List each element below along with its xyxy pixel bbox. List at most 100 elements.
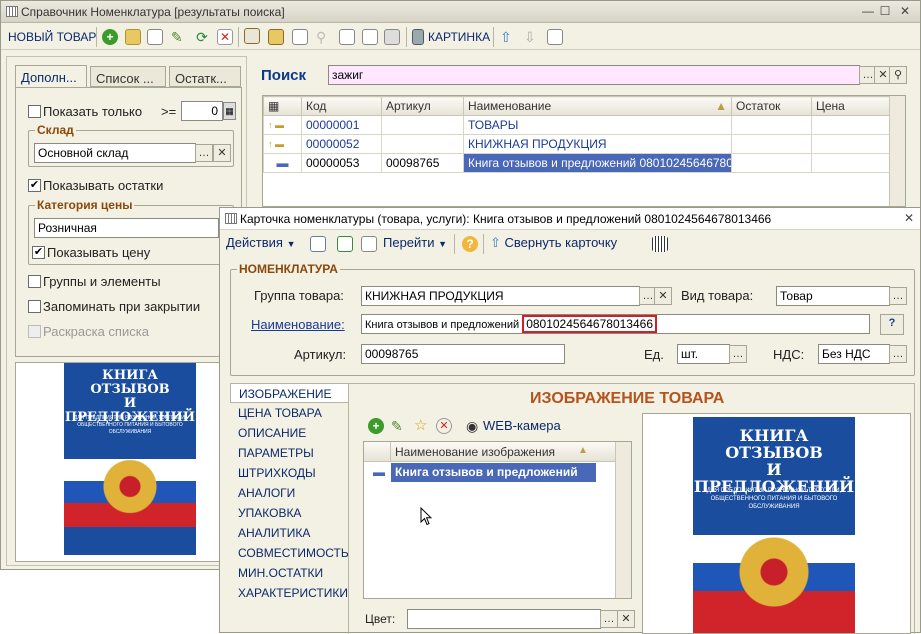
card-title: Карточка номенклатуры (товара, услуги): … [240,212,772,226]
edit-image-icon[interactable]: ✎ [391,418,407,434]
article-input[interactable]: 00098765 [361,344,565,364]
webcam-icon[interactable]: ◉ [466,418,482,434]
warehouse-input[interactable]: Основной склад [34,143,196,163]
tree-view-icon[interactable] [244,28,260,44]
add-group-icon[interactable] [125,29,141,45]
filter-list-icon[interactable] [339,29,355,45]
close-icon[interactable]: ✕ [898,4,912,18]
tab-min-balances[interactable]: МИН.ОСТАТКИ [230,563,348,583]
tab-packaging[interactable]: УПАКОВКА [230,503,348,523]
tab-analytics[interactable]: АНАЛИТИКА [230,523,348,543]
tab-characteristics[interactable]: ХАРАКТЕРИСТИКИ [230,583,348,603]
warehouse-select-button[interactable]: … [195,144,213,162]
group-input[interactable]: КНИЖНАЯ ПРОДУКЦИЯ [361,286,640,306]
collapse-card-button[interactable]: ⇧ Свернуть карточку [490,232,617,254]
arrow-up-icon: ⇧ [490,235,501,250]
table-row[interactable]: ↑ ▬ 00000052 КНИЖНАЯ ПРОДУКЦИЯ [263,134,892,154]
vat-select-button[interactable]: … [889,345,907,363]
vat-input[interactable]: Без НДС [818,344,890,364]
hierarchy-icon[interactable] [268,29,284,45]
name-input[interactable]: Книга отзывов и предложений 080102456467… [361,314,870,334]
save-icon[interactable] [310,236,326,252]
main-toolbar: НОВЫЙ ТОВАР + ✎ ⟳ ✕ ⚲ КАРТИНКА ⇧ ⇩ [1,24,920,50]
color-input[interactable] [407,609,601,629]
actions-menu[interactable]: Действия ▼ [226,232,296,254]
goto-menu[interactable]: Перейти ▼ [383,232,447,254]
refresh-icon[interactable]: ⟳ [194,29,210,45]
remember-checkbox[interactable] [28,300,41,313]
calculator-icon[interactable]: ▦ [223,102,236,120]
column-code[interactable]: Код [301,96,382,116]
show-balances-label: Показывать остатки [43,178,164,193]
kind-input[interactable]: Товар [776,286,890,306]
tab-barcodes[interactable]: ШТРИХКОДЫ [230,463,348,483]
show-price-checkbox[interactable]: ✔ [32,246,45,259]
main-title: Справочник Номенклатура [результаты поис… [21,5,285,19]
star-icon[interactable]: ☆ [414,418,430,434]
copy-icon[interactable] [147,29,163,45]
search-icon[interactable]: ⚲ [889,66,907,84]
image-col-header[interactable]: Наименование изображения [395,445,555,459]
list-settings-icon[interactable] [292,29,308,45]
tab-compatibility[interactable]: СОВМЕСТИМОСТЬ [230,543,349,563]
main-titlebar: Справочник Номенклатура [результаты поис… [1,1,920,23]
warehouse-clear-button[interactable]: ✕ [213,144,231,162]
warehouse-group: Склад Основной склад … ✕ [28,123,234,167]
table-row[interactable]: ▬ 00000053 00098765 Книга отзывов и пред… [263,153,892,173]
tab-image[interactable]: ИЗОБРАЖЕНИЕ [230,383,348,403]
help-icon[interactable]: ? [462,236,478,252]
filter-icon[interactable]: ⚲ [316,29,332,45]
delete-image-icon[interactable]: ✕ [436,418,452,434]
group-clear-button[interactable]: ✕ [654,287,672,305]
price-category-input[interactable]: Розничная [34,218,219,238]
print-icon[interactable] [384,29,400,45]
unit-input[interactable]: шт. [677,344,730,364]
column-article[interactable]: Артикул [381,96,464,116]
grid-scrollbar[interactable] [889,96,905,206]
download-icon[interactable]: ⇩ [524,29,540,45]
list-item[interactable]: ▬ Книга отзывов и предложений [364,463,596,482]
search-input[interactable]: зажиг [328,65,860,85]
tab-balances[interactable]: Остатк... [169,66,241,87]
table-row[interactable]: ↑ ▬ 00000001 ТОВАРЫ [263,115,892,135]
tab-additional[interactable]: Дополн... [15,65,87,87]
picture-button[interactable]: КАРТИНКА [428,26,490,48]
tab-price[interactable]: ЦЕНА ТОВАРА [230,403,348,423]
tab-list[interactable]: Список ... [90,66,166,87]
unit-select-button[interactable]: … [729,345,747,363]
column-stock[interactable]: Остаток [731,96,812,116]
image-list-scrollbar[interactable] [615,442,631,598]
show-only-checkbox[interactable] [28,105,41,118]
show-balances-checkbox[interactable]: ✔ [28,179,41,192]
color-clear-button[interactable]: ✕ [617,610,635,628]
card-close-icon[interactable]: ✕ [902,211,916,225]
name-label[interactable]: Наименование: [251,317,345,332]
minimize-icon[interactable]: — [861,4,875,18]
maximize-icon[interactable]: ☐ [878,4,892,18]
show-only-input[interactable]: 0 [181,101,223,121]
item-icon: ▬ [263,153,302,173]
help-button[interactable]: ? [880,314,904,335]
kind-select-button[interactable]: … [889,287,907,305]
new-item-button[interactable]: НОВЫЙ ТОВАР [8,26,96,48]
barcode-icon[interactable] [652,236,668,252]
tab-parameters[interactable]: ПАРАМЕТРЫ [230,443,348,463]
tab-analogs[interactable]: АНАЛОГИ [230,483,348,503]
column-name[interactable]: Наименование ▲ [463,96,732,116]
color-select-button[interactable]: … [600,610,618,628]
report-icon[interactable] [362,29,378,45]
copy-icon[interactable] [361,236,377,252]
add-icon[interactable]: + [102,29,118,45]
column-price[interactable]: Цена [811,96,892,116]
edit-icon[interactable]: ✎ [171,29,187,45]
add-image-icon[interactable]: + [368,418,384,434]
groups-elements-checkbox[interactable] [28,275,41,288]
grid-settings-icon[interactable]: ▦ [263,96,302,116]
double-eagle-emblem [102,455,158,525]
webcam-button[interactable]: WEB-камера [483,415,561,437]
refresh-icon[interactable] [337,236,353,252]
export-icon[interactable] [547,29,563,45]
upload-icon[interactable]: ⇧ [500,29,516,45]
tab-description[interactable]: ОПИСАНИЕ [230,423,348,443]
delete-icon[interactable]: ✕ [217,29,233,45]
